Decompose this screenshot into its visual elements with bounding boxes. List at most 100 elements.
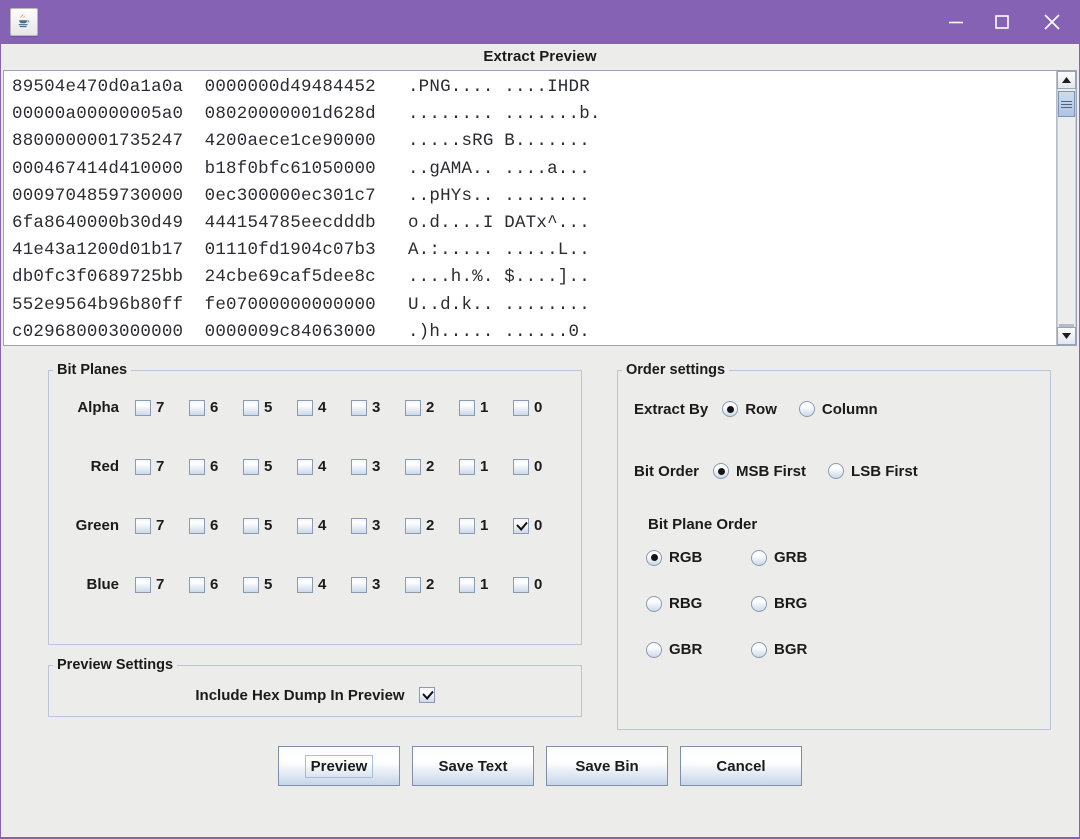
checkbox-red-bit-1[interactable] [459,459,475,475]
checkbox-alpha-bit-1[interactable] [459,400,475,416]
bit-plane-channel-label: Green [49,517,135,534]
bit-plane-cell: 6 [189,458,243,475]
bit-plane-order-rbg[interactable]: RBG [646,595,729,612]
bit-number-label: 0 [534,576,542,593]
bit-order-lsb-first[interactable]: LSB First [828,463,918,480]
checkbox-red-bit-7[interactable] [135,459,151,475]
checkbox-blue-bit-1[interactable] [459,577,475,593]
scrollbar-thumb[interactable] [1058,91,1075,117]
java-coffee-cup-icon [10,8,38,36]
checkbox-blue-bit-2[interactable] [405,577,421,593]
checkbox-red-bit-0[interactable] [513,459,529,475]
checkbox-red-bit-6[interactable] [189,459,205,475]
radio-button[interactable] [751,642,767,658]
bit-plane-order-rgb[interactable]: RGB [646,549,729,566]
checkbox-alpha-bit-7[interactable] [135,400,151,416]
save-text-button[interactable]: Save Text [412,746,534,786]
checkbox-red-bit-3[interactable] [351,459,367,475]
bit-plane-cell: 7 [135,399,189,416]
bit-plane-cell: 1 [459,458,513,475]
button-label: Preview [305,755,374,778]
checkbox-alpha-bit-2[interactable] [405,400,421,416]
bit-planes-panel: Bit Planes Alpha76543210Red76543210Green… [48,362,582,645]
bit-plane-order-gbr[interactable]: GBR [646,641,729,658]
bit-plane-order-bgr[interactable]: BGR [751,641,834,658]
checkbox-alpha-bit-3[interactable] [351,400,367,416]
hex-dump-line: 41e43a1200d01b17 01110fd1904c07b3 A.:...… [12,237,1056,264]
button-label: Save Bin [569,755,644,778]
checkbox-green-bit-5[interactable] [243,518,259,534]
bit-plane-order-grb[interactable]: GRB [751,549,834,566]
bit-plane-order-brg[interactable]: BRG [751,595,834,612]
cancel-button[interactable]: Cancel [680,746,802,786]
scroll-down-icon[interactable] [1057,327,1076,345]
checkbox-blue-bit-5[interactable] [243,577,259,593]
bit-plane-cell: 3 [351,458,405,475]
include-hex-dump-checkbox[interactable] [419,687,435,703]
radio-button[interactable] [646,596,662,612]
checkbox-red-bit-2[interactable] [405,459,421,475]
maximize-button[interactable] [979,0,1025,44]
bit-plane-row-blue: Blue76543210 [49,555,581,614]
scrollbar-track[interactable] [1057,89,1076,327]
checkbox-blue-bit-0[interactable] [513,577,529,593]
checkbox-green-bit-2[interactable] [405,518,421,534]
radio-button[interactable] [828,463,844,479]
checkbox-alpha-bit-0[interactable] [513,400,529,416]
radio-button[interactable] [799,401,815,417]
checkbox-green-bit-4[interactable] [297,518,313,534]
radio-label: MSB First [736,463,806,480]
checkbox-alpha-bit-4[interactable] [297,400,313,416]
checkbox-green-bit-1[interactable] [459,518,475,534]
radio-button[interactable] [646,642,662,658]
hex-dump-textarea[interactable]: 89504e470d0a1a0a 0000000d49484452 .PNG..… [4,71,1056,345]
scroll-up-icon[interactable] [1057,71,1076,89]
checkbox-green-bit-0[interactable] [513,518,529,534]
bit-order-msb-first[interactable]: MSB First [713,463,806,480]
preview-vertical-scrollbar[interactable] [1056,71,1076,345]
bit-number-label: 7 [156,399,164,416]
checkbox-green-bit-7[interactable] [135,518,151,534]
radio-button[interactable] [646,550,662,566]
minimize-button[interactable] [933,0,979,44]
radio-label: GBR [669,641,702,658]
bit-plane-order-label: Bit Plane Order [648,516,1050,533]
extract-by-label: Extract By [634,401,708,418]
bit-number-label: 2 [426,458,434,475]
bit-planes-rows: Alpha76543210Red76543210Green76543210Blu… [49,378,581,614]
bit-plane-cell: 1 [459,517,513,534]
button-label: Cancel [710,755,771,778]
checkbox-blue-bit-4[interactable] [297,577,313,593]
radio-label: RBG [669,595,702,612]
checkbox-alpha-bit-5[interactable] [243,400,259,416]
checkbox-blue-bit-7[interactable] [135,577,151,593]
radio-button[interactable] [751,596,767,612]
checkbox-red-bit-4[interactable] [297,459,313,475]
extract-preview-window: Extract Preview 89504e470d0a1a0a 0000000… [0,0,1080,839]
bit-number-label: 5 [264,458,272,475]
bit-plane-cell: 7 [135,576,189,593]
bit-number-label: 7 [156,576,164,593]
bit-plane-cell: 6 [189,576,243,593]
checkbox-green-bit-6[interactable] [189,518,205,534]
checkbox-green-bit-3[interactable] [351,518,367,534]
bit-number-label: 7 [156,517,164,534]
checkbox-alpha-bit-6[interactable] [189,400,205,416]
checkbox-blue-bit-3[interactable] [351,577,367,593]
extract-by-row[interactable]: Row [722,401,777,418]
bit-plane-channel-label: Alpha [49,399,135,416]
close-button[interactable] [1025,0,1079,44]
bit-order-label: Bit Order [634,463,699,480]
checkbox-blue-bit-6[interactable] [189,577,205,593]
bit-number-label: 5 [264,399,272,416]
extract-by-column[interactable]: Column [799,401,878,418]
checkbox-red-bit-5[interactable] [243,459,259,475]
radio-button[interactable] [722,401,738,417]
save-bin-button[interactable]: Save Bin [546,746,668,786]
radio-button[interactable] [713,463,729,479]
bit-plane-cell: 0 [513,458,567,475]
bit-plane-cell: 2 [405,517,459,534]
bit-number-label: 1 [480,399,488,416]
radio-button[interactable] [751,550,767,566]
preview-button[interactable]: Preview [278,746,400,786]
